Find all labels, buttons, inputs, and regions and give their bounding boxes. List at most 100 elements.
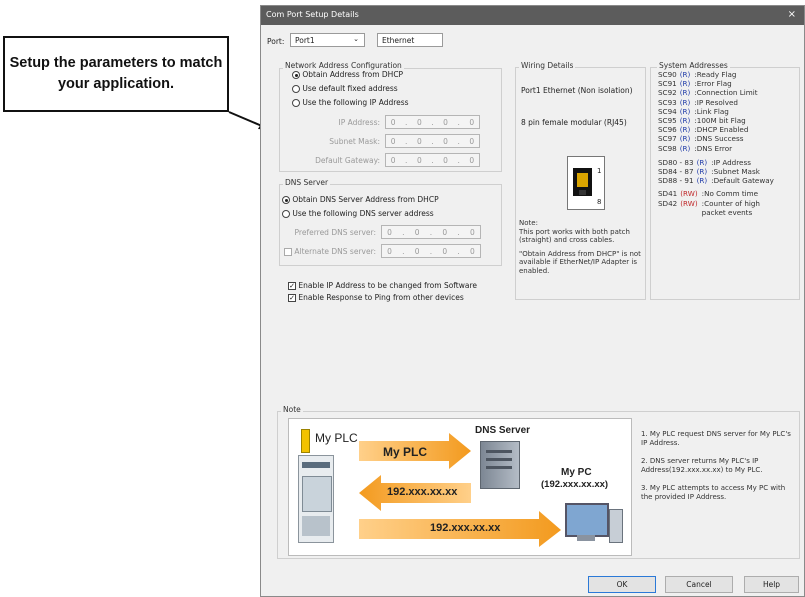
ok-button-label: OK xyxy=(616,580,628,589)
system-address-mode: (R) xyxy=(679,134,691,144)
dns-server-label: DNS Server xyxy=(475,425,531,436)
pc-monitor-icon xyxy=(565,503,609,537)
wiring-note-2: "Obtain Address from DHCP" is not availa… xyxy=(519,249,641,275)
pc-tower-icon xyxy=(609,509,623,543)
rj45-jack xyxy=(573,168,592,196)
alternate-dns-check-indicator[interactable] xyxy=(284,248,292,256)
cancel-button[interactable]: Cancel xyxy=(665,576,733,593)
enable-ping-checkbox[interactable]: ✓ Enable Response to Ping from other dev… xyxy=(288,293,464,302)
ip-octet: 0 xyxy=(416,136,422,146)
radio-default-fixed-label: Use default fixed address xyxy=(302,84,398,93)
system-address-row: SD41 (RW):No Comm time xyxy=(658,189,758,198)
system-address-row: SC94 (R):Link Flag xyxy=(658,107,729,116)
wiring-note-title: Note: xyxy=(519,219,538,227)
system-address-code: SC98 xyxy=(658,143,677,153)
radio-dns-dhcp[interactable]: Obtain DNS Server Address from DHCP xyxy=(282,195,439,204)
radio-dns-dhcp-label: Obtain DNS Server Address from DHCP xyxy=(292,195,439,204)
ip-octet: 0 xyxy=(470,227,475,237)
ip-octet: 0 xyxy=(443,136,448,146)
system-address-row: SC95 (R):100M bit Flag xyxy=(658,116,746,125)
close-icon[interactable]: × xyxy=(788,9,796,20)
ip-octet: 0 xyxy=(390,117,396,127)
wiring-note-1: This port works with both patch (straigh… xyxy=(519,227,630,245)
dns-group-title: DNS Server xyxy=(283,178,331,187)
port-select[interactable]: Port1 ⌄ xyxy=(290,33,365,47)
system-address-code: SD84 - 87 xyxy=(658,167,694,177)
pc-stand-icon xyxy=(577,535,595,541)
system-address-row: SC98 (R):DNS Error xyxy=(658,144,732,153)
port-type-value: Ethernet xyxy=(382,36,415,45)
ip-octet: 0 xyxy=(416,117,422,127)
rj45-diagram: 1 8 xyxy=(567,156,605,210)
port-label: Port: xyxy=(267,37,285,46)
ok-button[interactable]: OK xyxy=(588,576,656,593)
system-address-code: SD42 xyxy=(658,199,678,208)
ip-address-label: IP Address: xyxy=(338,118,380,127)
ip-octet: 0 xyxy=(469,155,475,165)
default-gateway-field[interactable]: 0.0.0.0 xyxy=(385,153,480,167)
subnet-mask-field[interactable]: 0.0.0.0 xyxy=(385,134,480,148)
radio-following-ip-indicator[interactable] xyxy=(292,99,300,107)
system-address-desc: :Counter of high packet events xyxy=(701,199,760,217)
enable-ping-check-indicator[interactable]: ✓ xyxy=(288,294,296,302)
system-address-desc: :IP Resolved xyxy=(694,97,738,107)
wiring-note: Note: This port works with both patch (s… xyxy=(519,219,644,275)
pc-label: My PC xyxy=(561,467,592,478)
arrow-response-label: 192.xxx.xx.xx xyxy=(387,486,458,498)
alternate-dns-checkbox[interactable]: Alternate DNS server: xyxy=(284,247,376,256)
system-address-mode: (RW) xyxy=(680,199,698,208)
system-address-code: SD80 - 83 xyxy=(658,158,694,167)
alternate-dns-field[interactable]: 0.0.0.0 xyxy=(381,244,481,258)
com-port-setup-dialog: Com Port Setup Details × Port: Port1 ⌄ E… xyxy=(260,5,805,597)
radio-dns-dhcp-indicator[interactable] xyxy=(282,196,290,204)
radio-default-fixed-indicator[interactable] xyxy=(292,85,300,93)
system-address-mode: (R) xyxy=(679,79,691,89)
ip-octet: 0 xyxy=(387,246,392,256)
system-address-desc: :Connection Limit xyxy=(694,88,758,98)
ip-octet: 0 xyxy=(443,117,448,127)
preferred-dns-label: Preferred DNS server: xyxy=(294,228,376,237)
radio-following-ip-label: Use the following IP Address xyxy=(302,98,409,107)
default-gateway-label: Default Gateway: xyxy=(315,156,380,165)
system-address-desc: :Ready Flag xyxy=(694,70,737,79)
ip-address-field[interactable]: 0.0.0.0 xyxy=(385,115,480,129)
ip-octet: 0 xyxy=(469,117,475,127)
arrow-access-label: 192.xxx.xx.xx xyxy=(430,522,501,534)
radio-default-fixed[interactable]: Use default fixed address xyxy=(292,84,398,93)
system-address-mode: (R) xyxy=(679,70,691,79)
system-group-title: System Addresses xyxy=(657,61,730,70)
system-address-row: SD80 - 83 (R):IP Address xyxy=(658,158,751,167)
system-address-row: SD84 - 87 (R):Subnet Mask xyxy=(658,167,760,176)
wiring-line-2: 8 pin female modular (RJ45) xyxy=(521,118,627,127)
radio-dns-following[interactable]: Use the following DNS server address xyxy=(282,209,434,218)
port-type-field: Ethernet xyxy=(377,33,443,47)
ip-octet: 0 xyxy=(469,136,475,146)
system-address-mode: (R) xyxy=(679,88,691,98)
system-address-desc: :Error Flag xyxy=(694,79,732,89)
pin-1-label: 1 xyxy=(597,167,602,175)
radio-obtain-dhcp-indicator[interactable] xyxy=(292,71,300,79)
system-address-desc: :Subnet Mask xyxy=(711,167,760,177)
enable-ip-change-label: Enable IP Address to be changed from Sof… xyxy=(298,281,478,290)
pin-8-label: 8 xyxy=(597,198,602,206)
system-address-mode: (R) xyxy=(679,106,691,116)
enable-ip-change-check-indicator[interactable]: ✓ xyxy=(288,282,296,290)
ip-octet: 0 xyxy=(416,155,422,165)
radio-dns-following-indicator[interactable] xyxy=(282,210,290,218)
system-address-list: SC90 (R):Ready Flag SC91 (R):Error Flag SC92… xyxy=(658,70,798,300)
system-address-mode: (RW) xyxy=(680,189,698,198)
rj45-tab xyxy=(579,190,586,195)
system-address-code: SC90 xyxy=(658,70,677,79)
dns-flow-diagram: My PLC My PLC 192.xxx.xx.xx 192.xxx.xx.x… xyxy=(288,418,632,556)
radio-following-ip[interactable]: Use the following IP Address xyxy=(292,98,409,107)
radio-obtain-dhcp[interactable]: Obtain Address from DHCP xyxy=(292,70,403,79)
help-button[interactable]: Help xyxy=(744,576,799,593)
system-address-row: SC93 (R):IP Resolved xyxy=(658,98,738,107)
preferred-dns-field[interactable]: 0.0.0.0 xyxy=(381,225,481,239)
note-step-3: 3. My PLC attempts to access My PC with … xyxy=(641,484,786,501)
system-address-code: SD88 - 91 xyxy=(658,176,694,186)
system-address-row: SC97 (R):DNS Success xyxy=(658,134,743,143)
enable-ip-change-checkbox[interactable]: ✓ Enable IP Address to be changed from S… xyxy=(288,281,477,290)
system-address-mode: (R) xyxy=(679,125,691,135)
system-address-mode: (R) xyxy=(696,167,708,177)
